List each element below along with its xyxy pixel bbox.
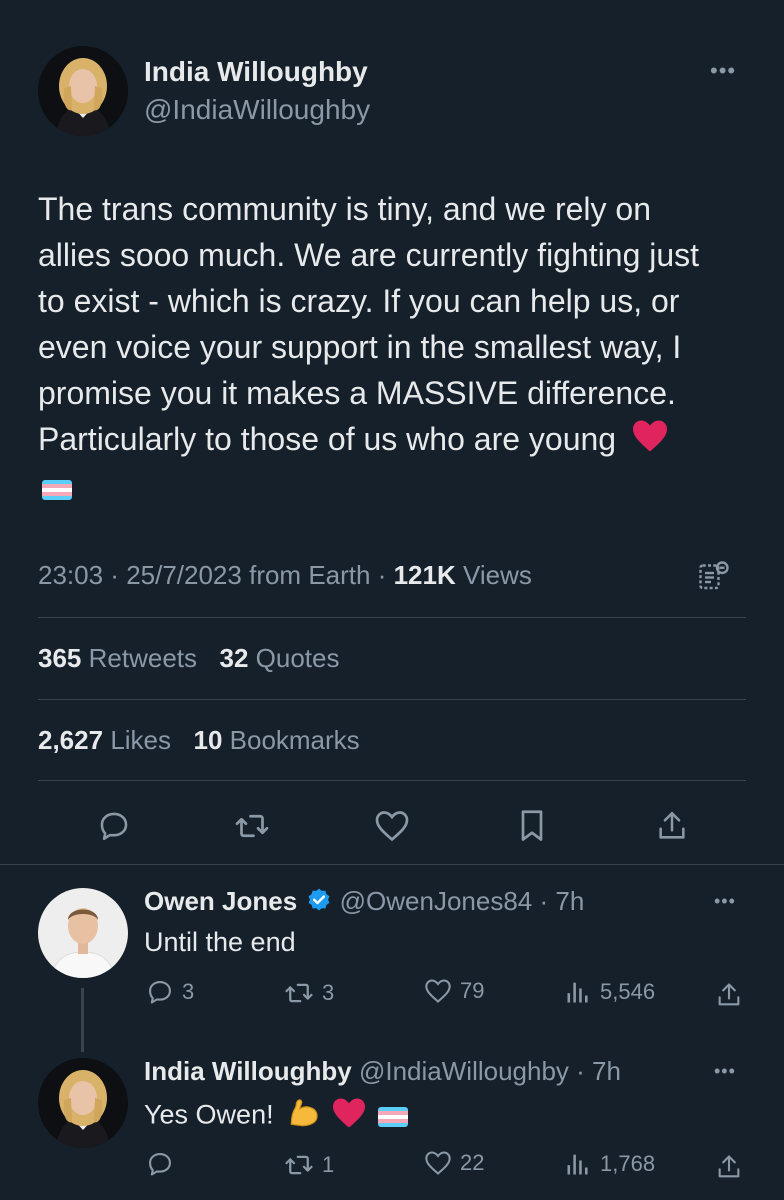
retweet-count-button[interactable]: 3 xyxy=(284,978,334,1008)
reply-header: India Willoughby @IndiaWilloughby · 7h xyxy=(144,1056,621,1086)
like-count: 22 xyxy=(460,1150,485,1175)
bookmarks-link[interactable]: 10 Bookmarks xyxy=(193,725,359,755)
views-count: 121K xyxy=(393,560,456,590)
quotes-label: Quotes xyxy=(255,643,340,673)
retweet-count-button[interactable]: 1 xyxy=(284,1150,334,1180)
analytics-icon[interactable] xyxy=(694,556,734,596)
more-icon[interactable]: ••• xyxy=(714,1062,736,1080)
reply-text: Until the end xyxy=(144,927,296,957)
reply-avatar[interactable] xyxy=(38,888,128,978)
heart-emoji xyxy=(331,1097,367,1136)
retweet-button[interactable] xyxy=(228,804,276,848)
like-bookmark-stats: 2,627 Likes 10 Bookmarks xyxy=(38,725,360,756)
reply-count-button[interactable]: 3 xyxy=(146,978,194,1006)
views-icon xyxy=(567,982,588,1003)
tweet-source: from Earth xyxy=(249,560,371,590)
reply-text: Yes Owen! xyxy=(144,1099,274,1130)
tweet-line: even voice your support in the smallest … xyxy=(38,329,682,365)
bookmarks-label: Bookmarks xyxy=(229,725,360,755)
views-label: Views xyxy=(462,560,532,590)
bookmarks-count: 10 xyxy=(193,725,223,755)
reply-age[interactable]: 7h xyxy=(592,1056,621,1086)
retweet-icon xyxy=(285,983,313,1003)
likes-label: Likes xyxy=(110,725,172,755)
reply-avatar[interactable] xyxy=(38,1058,128,1148)
like-count-button[interactable]: 22 xyxy=(424,1150,484,1176)
like-button[interactable] xyxy=(368,804,416,848)
share-button[interactable] xyxy=(648,804,696,848)
verified-icon xyxy=(306,887,332,920)
reply-author-name[interactable]: Owen Jones xyxy=(144,886,297,916)
reply-button[interactable] xyxy=(90,804,138,848)
divider xyxy=(38,780,746,781)
heart-emoji xyxy=(631,419,669,465)
like-count: 79 xyxy=(460,978,485,1003)
more-icon[interactable]: ••• xyxy=(714,892,736,910)
tweet-line: promise you it makes a MASSIVE differenc… xyxy=(38,375,676,411)
reply-author-handle[interactable]: @IndiaWilloughby xyxy=(359,1056,569,1086)
reply-icon xyxy=(100,812,128,841)
author-name[interactable]: India Willoughby xyxy=(144,56,368,88)
views-count: 1,768 xyxy=(600,1151,656,1176)
retweet-count: 3 xyxy=(322,980,335,1005)
bookmark-icon xyxy=(521,810,543,841)
tweet-text: The trans community is tiny, and we rely… xyxy=(38,186,758,511)
reply-count-button[interactable] xyxy=(146,1150,182,1178)
reply-author-handle[interactable]: @OwenJones84 xyxy=(340,886,533,916)
trans-flag-emoji xyxy=(378,1106,409,1127)
likes-link[interactable]: 2,627 Likes xyxy=(38,725,171,755)
like-icon xyxy=(375,811,409,842)
retweet-icon xyxy=(285,1155,313,1175)
tweet-line-text: Particularly to those of us who are youn… xyxy=(38,421,617,457)
thread-line xyxy=(81,988,84,1052)
reply-text-row: Yes Owen! xyxy=(144,1097,409,1136)
tweet-time[interactable]: 23:03 xyxy=(38,560,103,590)
tweet-date[interactable]: 25/7/2023 xyxy=(126,560,242,590)
share-button[interactable] xyxy=(712,1150,746,1184)
retweet-count: 1 xyxy=(322,1152,335,1177)
retweet-icon xyxy=(235,814,269,838)
tweet-line: The trans community is tiny, and we rely… xyxy=(38,191,651,227)
divider xyxy=(38,617,746,618)
quotes-link[interactable]: 32 Quotes xyxy=(219,643,339,673)
like-icon xyxy=(425,1151,451,1175)
bookmark-button[interactable] xyxy=(508,804,556,848)
reply-age[interactable]: 7h xyxy=(555,886,584,916)
reply-header: Owen Jones @OwenJones84 · 7h xyxy=(144,886,584,920)
share-icon xyxy=(718,1155,740,1178)
retweets-link[interactable]: 365 Retweets xyxy=(38,643,197,673)
divider xyxy=(38,699,746,700)
quotes-count: 32 xyxy=(219,643,249,673)
more-icon[interactable]: ••• xyxy=(710,60,736,82)
author-handle[interactable]: @IndiaWilloughby xyxy=(144,94,370,126)
flexed-biceps-emoji xyxy=(287,1097,321,1136)
likes-count: 2,627 xyxy=(38,725,104,755)
share-icon xyxy=(718,983,740,1006)
like-icon xyxy=(425,979,451,1003)
tweet-line: allies sooo much. We are currently fight… xyxy=(38,237,700,273)
share-icon xyxy=(659,811,685,839)
divider xyxy=(0,864,784,865)
like-count-button[interactable]: 79 xyxy=(424,978,484,1004)
retweets-count: 365 xyxy=(38,643,82,673)
tweet-line: to exist - which is crazy. If you can he… xyxy=(38,283,680,319)
tweet-line xyxy=(38,465,758,511)
views-icon xyxy=(567,1154,588,1175)
reply-author-name[interactable]: India Willoughby xyxy=(144,1056,352,1086)
tweet-line: Particularly to those of us who are youn… xyxy=(38,416,758,465)
retweet-quote-stats: 365 Retweets 32 Quotes xyxy=(38,643,339,674)
views-count-button[interactable]: 5,546 xyxy=(564,978,655,1006)
views-count: 5,546 xyxy=(600,979,656,1004)
reply-icon xyxy=(149,981,171,1004)
author-avatar[interactable] xyxy=(38,46,128,136)
share-button[interactable] xyxy=(712,978,746,1012)
reply-count: 3 xyxy=(182,979,195,1004)
reply-icon xyxy=(149,1153,171,1176)
views-count-button[interactable]: 1,768 xyxy=(564,1150,655,1178)
trans-flag-emoji xyxy=(42,480,72,501)
tweet-meta: 23:03 · 25/7/2023 from Earth · 121K View… xyxy=(38,560,532,590)
retweets-label: Retweets xyxy=(88,643,198,673)
